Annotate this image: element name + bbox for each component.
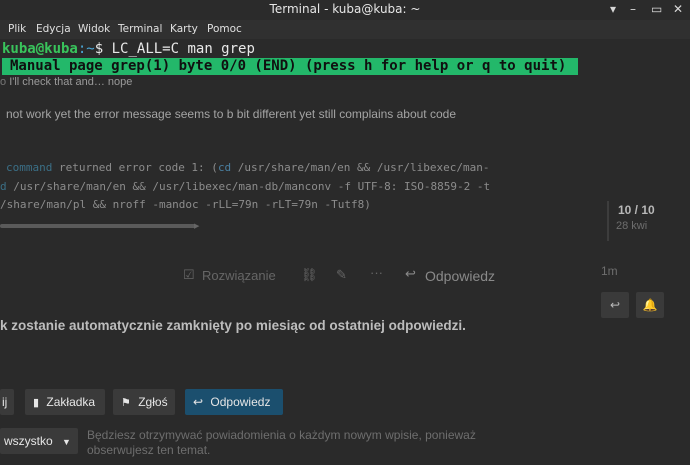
bg-code-line1: command returned error code 1: (cd /usr/… [6,161,490,174]
timeline-date: 28 kwi [616,220,648,232]
flag-button[interactable]: ⚑ Zgłoś [113,389,175,415]
shell-command: LC_ALL=C man grep [111,41,255,57]
menu-widok[interactable]: Widok [78,23,110,35]
link-icon[interactable]: ⛓ [301,267,318,283]
terminal-area[interactable]: o I'll check that and… nope not work yet… [0,39,690,465]
code-scrollbar[interactable] [0,224,196,228]
shell-prompt-line: kuba@kuba:~$ LC_ALL=C man grep [2,41,255,57]
pager-status-line: Manual page grep(1) byte 0/0 (END) (pres… [2,58,578,75]
prompt-user: kuba@kuba [2,41,78,57]
bookmark-button[interactable]: ▮ Zakładka [25,389,105,415]
bg-code-line2: d /usr/share/man/en && /usr/libexec/man-… [0,180,491,193]
window-menu-icon[interactable]: ▾ [610,2,616,16]
window-title: Terminal - kuba@kuba: ~ [269,2,421,16]
menubar: Plik Edycja Widok Terminal Karty Pomoc [0,20,690,39]
minimize-icon[interactable]: – [630,2,636,16]
prompt-path: ~ [86,41,95,57]
menu-edycja[interactable]: Edycja [36,23,71,35]
reply-time: 1m [601,264,618,278]
bg-post-line1: I'll check that and… nope [9,76,133,88]
topic-closing-notice: k zostanie automatycznie zamknięty po mi… [0,318,466,333]
post-reply-link[interactable]: Odpowiedz [425,268,495,284]
solution-label[interactable]: Rozwiązanie [202,268,276,283]
notification-description-2: obserwujesz ten temat. [87,443,211,457]
notification-description-1: Będziesz otrzymywać powiadomienia o każd… [87,428,476,442]
menu-plik[interactable]: Plik [8,23,26,35]
notification-bell-button[interactable]: 🔔 [636,292,664,318]
menu-karty[interactable]: Karty [170,23,198,35]
timeline-progress: 10 / 10 [618,203,655,217]
close-icon[interactable]: ✕ [673,2,683,16]
menu-pomoc[interactable]: Pomoc [207,23,242,35]
bg-post-line2: not work yet the error message seems to … [6,107,456,121]
menu-terminal[interactable]: Terminal [118,23,162,35]
bg-code-line3: /share/man/pl && nroff -mandoc -rLL=79n … [0,198,371,211]
bookmark-icon: ▮ [33,397,40,409]
scroll-right-icon[interactable]: ▶ [194,222,199,230]
timeline-bar[interactable] [607,201,609,241]
reply-arrow-icon[interactable]: ↩ [405,266,416,282]
edit-icon[interactable]: ✎ [336,267,347,283]
flag-icon: ⚑ [121,397,131,409]
more-icon[interactable]: ··· [370,265,383,280]
share-button[interactable]: ij [0,389,14,415]
reply-icon: ↩ [193,395,204,409]
window-titlebar: Terminal - kuba@kuba: ~ ▾ – ▭ ✕ [0,0,690,21]
notification-level-select[interactable]: wszystko ▼ [0,428,78,454]
maximize-icon[interactable]: ▭ [651,2,662,16]
chevron-down-icon: ▼ [62,437,71,447]
solution-checkbox-icon[interactable]: ☑ [183,267,195,283]
reply-button[interactable]: ↩ Odpowiedz [185,389,283,415]
timeline-reply-button[interactable]: ↩ [601,292,629,318]
